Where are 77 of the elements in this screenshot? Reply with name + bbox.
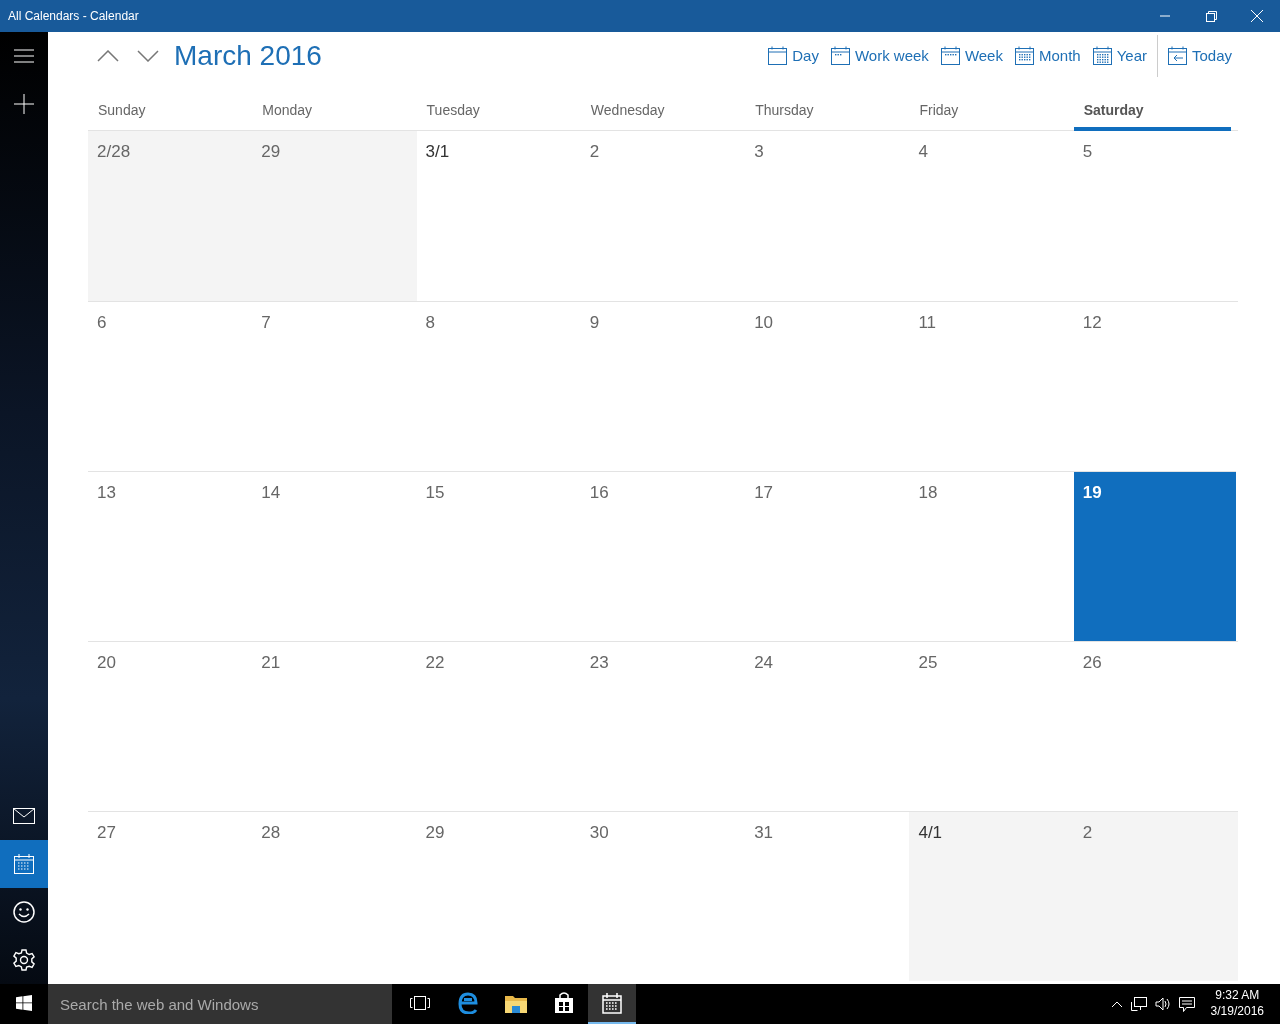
day-cell[interactable]: 18	[909, 471, 1074, 641]
day-cell[interactable]: 3	[745, 131, 910, 301]
calendar-icon	[940, 46, 961, 66]
day-cell[interactable]: 11	[909, 301, 1074, 471]
day-cell[interactable]: 5	[1073, 131, 1238, 301]
day-cell[interactable]: 20	[88, 641, 253, 811]
view-button[interactable]: Year	[1086, 40, 1153, 72]
restore-icon	[1205, 10, 1217, 22]
notification-icon[interactable]	[1178, 996, 1195, 1012]
weekday-header: Friday	[918, 101, 960, 120]
day-cell[interactable]: 2/28	[88, 131, 253, 301]
calendar-button[interactable]	[0, 840, 48, 888]
calendar-icon	[768, 46, 789, 66]
day-cell[interactable]: 22	[416, 641, 581, 811]
day-cell[interactable]: 10	[745, 301, 910, 471]
settings-icon	[13, 949, 35, 971]
day-cell[interactable]: 30	[580, 811, 746, 981]
speaker-icon[interactable]	[1154, 997, 1171, 1011]
day-cell[interactable]: 4	[909, 131, 1074, 301]
day-cell[interactable]: 17	[745, 471, 910, 641]
calendar-icon	[1092, 46, 1113, 66]
day-cell[interactable]: 29	[416, 811, 581, 981]
smiley-icon	[13, 901, 35, 923]
day-cell[interactable]: 4/1	[909, 811, 1074, 981]
day-cell[interactable]: 6	[88, 301, 253, 471]
folder-icon	[505, 993, 527, 1013]
today-button[interactable]: Today	[1161, 40, 1238, 72]
menu-icon	[14, 49, 34, 63]
task-view-icon	[410, 995, 430, 1011]
day-cell[interactable]: 27	[88, 811, 253, 981]
day-cell[interactable]: 16	[580, 471, 746, 641]
month-title: March 2016	[174, 39, 323, 73]
day-cell[interactable]: 8	[416, 301, 581, 471]
calendar-icon	[14, 854, 34, 874]
calendar-icon	[602, 992, 622, 1014]
clock-date[interactable]: 3/19/2016	[1210, 1004, 1264, 1020]
calendar-icon	[1014, 46, 1035, 66]
weekday-header: Tuesday	[425, 101, 481, 120]
day-cell[interactable]: 14	[252, 471, 417, 641]
day-cell[interactable]: 29	[252, 131, 417, 301]
day-cell[interactable]: 2	[1073, 811, 1238, 981]
day-cell[interactable]: 23	[580, 641, 746, 811]
weekday-header: Sunday	[97, 101, 147, 120]
windows-logo-icon	[16, 995, 32, 1011]
weekday-header: Monday	[261, 101, 314, 120]
envelope-icon	[13, 808, 35, 824]
calendar-icon	[830, 46, 851, 66]
clock-time[interactable]: 9:32 AM	[1215, 988, 1260, 1004]
weekday-header: Saturday	[1073, 100, 1232, 131]
weekday-header: Thursday	[754, 101, 815, 120]
today-cell[interactable]: 19	[1073, 471, 1236, 641]
day-cell[interactable]: 3/1	[416, 131, 581, 301]
day-cell[interactable]: 28	[252, 811, 417, 981]
day-cell[interactable]: 15	[416, 471, 581, 641]
search-field[interactable]: Search the web and Windows	[48, 984, 392, 1024]
view-button[interactable]: Day	[762, 40, 825, 72]
calendar-icon	[1167, 46, 1188, 66]
view-button[interactable]: Week	[934, 40, 1009, 72]
weekday-header: Wednesday	[589, 101, 666, 120]
close-icon	[1251, 10, 1263, 22]
day-cell[interactable]: 13	[88, 471, 253, 641]
day-cell[interactable]: 24	[745, 641, 910, 811]
view-button[interactable]: Work week	[824, 40, 935, 72]
chevron-down-icon	[137, 50, 159, 62]
view-button[interactable]: Month	[1008, 40, 1087, 72]
plus-icon	[14, 94, 34, 114]
day-cell[interactable]: 9	[580, 301, 746, 471]
shopping-bag-icon	[554, 992, 574, 1014]
taskbar-button[interactable]	[588, 984, 636, 1024]
chevron-up-icon	[97, 50, 119, 62]
day-cell[interactable]: 7	[252, 301, 417, 471]
network-icon[interactable]	[1130, 997, 1147, 1011]
window-title: All Calendars - Calendar	[7, 8, 140, 25]
day-cell[interactable]: 2	[580, 131, 746, 301]
browser-icon	[457, 992, 479, 1014]
chevron-up-icon[interactable]	[1110, 1000, 1123, 1008]
day-cell[interactable]: 21	[252, 641, 417, 811]
